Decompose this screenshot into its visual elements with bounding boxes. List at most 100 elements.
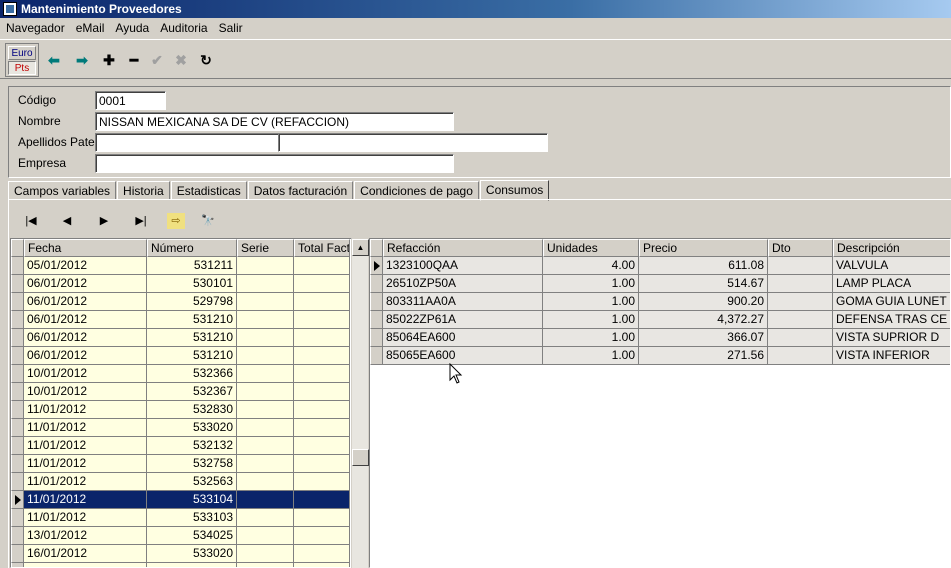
table-cell[interactable] bbox=[294, 563, 350, 567]
table-cell[interactable] bbox=[237, 257, 294, 275]
column-header[interactable]: Dto bbox=[768, 239, 833, 257]
table-cell[interactable]: 532366 bbox=[147, 365, 237, 383]
table-cell[interactable]: 06/01/2012 bbox=[24, 329, 147, 347]
table-cell[interactable]: 532563 bbox=[147, 473, 237, 491]
table-cell[interactable]: 532367 bbox=[147, 383, 237, 401]
column-header[interactable]: Serie bbox=[237, 239, 294, 257]
table-row[interactable] bbox=[11, 563, 350, 567]
table-cell[interactable] bbox=[294, 545, 350, 563]
column-header[interactable]: Precio bbox=[639, 239, 768, 257]
table-cell[interactable]: 900.20 bbox=[639, 293, 768, 311]
table-cell[interactable] bbox=[294, 275, 350, 293]
column-header[interactable]: Número bbox=[147, 239, 237, 257]
table-cell[interactable] bbox=[237, 455, 294, 473]
table-cell[interactable]: 532132 bbox=[147, 437, 237, 455]
table-cell[interactable] bbox=[237, 545, 294, 563]
table-cell[interactable]: 514.67 bbox=[639, 275, 768, 293]
table-cell[interactable] bbox=[24, 563, 147, 567]
tab-datos-facturacion[interactable]: Datos facturación bbox=[247, 181, 354, 200]
table-cell[interactable] bbox=[294, 293, 350, 311]
table-cell[interactable] bbox=[768, 329, 833, 347]
pts-button[interactable]: Pts bbox=[8, 61, 36, 75]
table-cell[interactable]: 11/01/2012 bbox=[24, 509, 147, 527]
menu-email[interactable]: eMail bbox=[76, 21, 105, 35]
table-cell[interactable]: 4,372.27 bbox=[639, 311, 768, 329]
table-row[interactable]: 803311AA0A 1.00 900.20 GOMA GUIA LUNET bbox=[370, 293, 950, 311]
column-header[interactable]: Total Factu bbox=[294, 239, 350, 257]
table-cell[interactable]: 531210 bbox=[147, 329, 237, 347]
table-row[interactable]: 11/01/2012 532758 bbox=[11, 455, 350, 473]
euro-button[interactable]: Euro bbox=[8, 46, 36, 60]
next-record-icon[interactable]: ▶ bbox=[95, 213, 113, 229]
table-row[interactable]: 11/01/2012 533103 bbox=[11, 509, 350, 527]
table-row[interactable]: 06/01/2012 529798 bbox=[11, 293, 350, 311]
consumos-grid[interactable]: Refacción Unidades Precio Dto Descripción 132… bbox=[369, 238, 951, 568]
table-cell[interactable] bbox=[294, 491, 350, 509]
table-row[interactable]: 06/01/2012 530101 bbox=[11, 275, 350, 293]
table-cell[interactable] bbox=[237, 311, 294, 329]
table-cell[interactable] bbox=[237, 275, 294, 293]
table-cell[interactable]: 1.00 bbox=[543, 311, 639, 329]
table-cell[interactable]: 06/01/2012 bbox=[24, 275, 147, 293]
table-cell[interactable]: VALVULA bbox=[833, 257, 950, 275]
table-cell[interactable]: 1.00 bbox=[543, 347, 639, 365]
column-header[interactable]: Fecha bbox=[24, 239, 147, 257]
table-cell[interactable] bbox=[237, 293, 294, 311]
codigo-field[interactable]: 0001 bbox=[95, 91, 166, 110]
table-cell[interactable] bbox=[237, 383, 294, 401]
table-cell[interactable]: 11/01/2012 bbox=[24, 455, 147, 473]
table-row[interactable]: 11/01/2012 532132 bbox=[11, 437, 350, 455]
table-row[interactable]: 11/01/2012 533104 bbox=[11, 491, 350, 509]
table-row[interactable]: 85022ZP61A 1.00 4,372.27 DEFENSA TRAS CE bbox=[370, 311, 950, 329]
table-cell[interactable] bbox=[294, 383, 350, 401]
table-row[interactable]: 11/01/2012 532830 bbox=[11, 401, 350, 419]
table-cell[interactable]: 532830 bbox=[147, 401, 237, 419]
table-cell[interactable]: 11/01/2012 bbox=[24, 437, 147, 455]
first-record-icon[interactable]: |◀ bbox=[22, 213, 40, 229]
table-cell[interactable]: 11/01/2012 bbox=[24, 491, 147, 509]
table-cell[interactable] bbox=[294, 455, 350, 473]
table-row[interactable]: 11/01/2012 532563 bbox=[11, 473, 350, 491]
table-cell[interactable] bbox=[294, 473, 350, 491]
table-cell[interactable]: LAMP PLACA bbox=[833, 275, 950, 293]
table-cell[interactable] bbox=[294, 329, 350, 347]
table-cell[interactable] bbox=[237, 527, 294, 545]
table-cell[interactable] bbox=[237, 509, 294, 527]
table-cell[interactable] bbox=[768, 275, 833, 293]
scroll-thumb[interactable] bbox=[352, 449, 369, 466]
table-row[interactable]: 1323100QAA 4.00 611.08 VALVULA bbox=[370, 257, 950, 275]
table-row[interactable]: 13/01/2012 534025 bbox=[11, 527, 350, 545]
table-cell[interactable]: 10/01/2012 bbox=[24, 383, 147, 401]
table-cell[interactable]: 803311AA0A bbox=[383, 293, 543, 311]
table-cell[interactable]: 11/01/2012 bbox=[24, 473, 147, 491]
table-cell[interactable] bbox=[294, 365, 350, 383]
table-cell[interactable]: 271.56 bbox=[639, 347, 768, 365]
table-cell[interactable]: DEFENSA TRAS CE bbox=[833, 311, 950, 329]
table-cell[interactable]: 4.00 bbox=[543, 257, 639, 275]
arrow-right-icon[interactable]: ➡ bbox=[72, 50, 92, 70]
table-cell[interactable] bbox=[768, 311, 833, 329]
table-cell[interactable] bbox=[237, 563, 294, 567]
table-cell[interactable] bbox=[294, 509, 350, 527]
table-row[interactable]: 16/01/2012 533020 bbox=[11, 545, 350, 563]
table-cell[interactable] bbox=[237, 437, 294, 455]
table-row[interactable]: 10/01/2012 532367 bbox=[11, 383, 350, 401]
table-cell[interactable] bbox=[294, 401, 350, 419]
table-cell[interactable]: 1.00 bbox=[543, 293, 639, 311]
table-cell[interactable]: 1.00 bbox=[543, 329, 639, 347]
table-cell[interactable] bbox=[294, 437, 350, 455]
table-cell[interactable] bbox=[147, 563, 237, 567]
table-cell[interactable]: 06/01/2012 bbox=[24, 347, 147, 365]
table-cell[interactable]: 531210 bbox=[147, 347, 237, 365]
tab-campos-variables[interactable]: Campos variables bbox=[8, 181, 117, 200]
refresh-icon[interactable]: ↻ bbox=[196, 50, 216, 70]
column-header[interactable]: Unidades bbox=[543, 239, 639, 257]
table-cell[interactable] bbox=[237, 347, 294, 365]
minus-icon[interactable]: ━ bbox=[124, 50, 144, 70]
prior-record-icon[interactable]: ◀ bbox=[58, 213, 76, 229]
table-cell[interactable]: 534025 bbox=[147, 527, 237, 545]
table-cell[interactable] bbox=[768, 257, 833, 275]
table-cell[interactable]: 06/01/2012 bbox=[24, 311, 147, 329]
table-cell[interactable]: 366.07 bbox=[639, 329, 768, 347]
table-cell[interactable]: 26510ZP50A bbox=[383, 275, 543, 293]
